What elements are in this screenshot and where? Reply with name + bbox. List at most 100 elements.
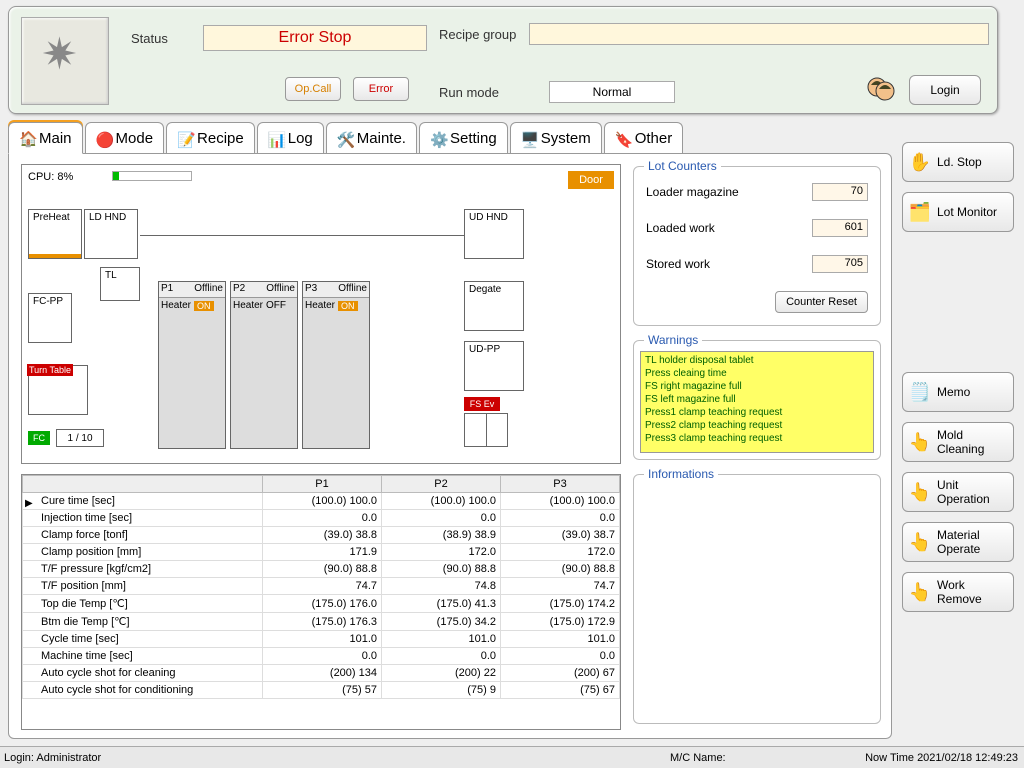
tab-setting[interactable]: ⚙️Setting [419,122,508,154]
counter-reset-button[interactable]: Counter Reset [775,291,868,313]
table-row: Clamp position [mm]171.9172.0172.0 [23,544,620,561]
mold-cleaning-button[interactable]: 👆Mold Cleaning [902,422,1014,462]
warnings-title: Warnings [644,333,702,347]
cell-value: (200) 22 [382,665,501,682]
press-1: P1Offline HeaterON [158,281,226,449]
warnings-list[interactable]: TL holder disposal tabletPress cleaing t… [640,351,874,453]
tab-system[interactable]: 🖥️System [510,122,602,154]
tab-main[interactable]: 🏠Main [8,122,83,154]
cell-value: (200) 67 [501,665,620,682]
row-label: T/F position [mm] [23,578,263,595]
table-row: Auto cycle shot for conditioning(75) 57(… [23,682,620,699]
cell-value: 74.8 [382,578,501,595]
warning-item: TL holder disposal tablet [645,354,869,367]
tab-log-label: Log [288,130,313,147]
error-button[interactable]: Error [353,77,409,101]
header-panel: Status Error Stop Op.Call Error Recipe g… [8,6,998,114]
block-degate: Degate [464,281,524,331]
cell-value: (175.0) 34.2 [382,613,501,631]
press1-heater-state: ON [194,301,214,311]
lot-monitor-button[interactable]: 🗂️ Lot Monitor [902,192,1014,232]
tab-recipe-label: Recipe [197,130,244,147]
grid-header: P1 [263,476,382,493]
warning-item: Press2 clamp teaching request [645,419,869,432]
cell-value: 0.0 [501,648,620,665]
table-row: T/F pressure [kgf/cm2](90.0) 88.8(90.0) … [23,561,620,578]
cell-value: 171.9 [263,544,382,561]
statusbar-mc-name: M/C Name: [670,752,726,764]
row-label: Btm die Temp [℃] [23,613,263,631]
table-row: Clamp force [tonf](39.0) 38.8(38.9) 38.9… [23,527,620,544]
table-row: Machine time [sec]0.00.00.0 [23,648,620,665]
statusbar-time: Now Time 2021/02/18 12:49:23 [865,752,1018,764]
material-operate-button[interactable]: 👆Material Operate [902,522,1014,562]
memo-button[interactable]: 🗒️ Memo [902,372,1014,412]
unit-operation-label: Unit Operation [937,478,1007,506]
recipe-icon: 📝 [177,131,193,147]
mode-icon: 🔴 [96,131,112,147]
cell-value: (90.0) 88.8 [382,561,501,578]
row-label: Auto cycle shot for cleaning [23,665,263,682]
unit-operation-button[interactable]: 👆Unit Operation [902,472,1014,512]
cpu-bar [112,171,192,181]
press-3: P3Offline HeaterON [302,281,370,449]
tab-bar: 🏠Main 🔴Mode 📝Recipe 📊Log 🛠️Mainte. ⚙️Set… [8,122,685,154]
login-button[interactable]: Login [909,75,981,105]
stored-work-value: 705 [812,255,868,273]
ld-stop-label: Ld. Stop [937,155,982,169]
press2-name: P2 [233,283,245,296]
tab-recipe[interactable]: 📝Recipe [166,122,255,154]
memo-label: Memo [937,385,970,399]
cell-value: (175.0) 172.9 [501,613,620,631]
cpu-label: CPU: 8% [28,171,73,183]
row-label: Machine time [sec] [23,648,263,665]
loader-magazine-label: Loader magazine [646,185,739,199]
press2-heater-label: Heater [233,300,263,311]
grid-header [23,476,263,493]
tab-mode[interactable]: 🔴Mode [85,122,165,154]
cell-value: 0.0 [263,510,382,527]
tab-log[interactable]: 📊Log [257,122,324,154]
tab-mode-label: Mode [116,130,154,147]
informations-group: Informations [633,474,881,724]
block-udhnd: UD HND [464,209,524,259]
loaded-work-label: Loaded work [646,221,715,235]
tab-mainte[interactable]: 🛠️Mainte. [326,122,417,154]
parameter-table: P1P2P3Cure time [sec](100.0) 100.0(100.0… [22,475,620,699]
fsev-badge: FS Ev [464,397,500,411]
cell-value: (175.0) 41.3 [382,595,501,613]
press1-name: P1 [161,283,173,296]
warning-item: FS right magazine full [645,380,869,393]
other-icon: 🔖 [615,131,631,147]
press3-name: P3 [305,283,317,296]
press2-status: Offline [266,283,295,296]
run-mode-value: Normal [549,81,675,103]
setting-icon: ⚙️ [430,131,446,147]
cell-value: 0.0 [263,648,382,665]
press3-status: Offline [338,283,367,296]
row-label: Clamp position [mm] [23,544,263,561]
row-indicator-icon: ▶ [25,498,33,509]
informations-title: Informations [644,467,718,481]
warning-item: Press3 clamp teaching request [645,432,869,445]
tab-other[interactable]: 🔖Other [604,122,684,154]
cell-value: (175.0) 174.2 [501,595,620,613]
status-label: Status [131,31,168,46]
status-value: Error Stop [203,25,427,51]
cell-value: 0.0 [501,510,620,527]
opcall-button[interactable]: Op.Call [285,77,341,101]
work-remove-button[interactable]: 👆Work Remove [902,572,1014,612]
mainte-icon: 🛠️ [337,131,353,147]
tab-other-label: Other [635,130,673,147]
material-icon: 👆 [909,531,931,553]
system-icon: 🖥️ [521,131,537,147]
data-grid: ▶ P1P2P3Cure time [sec](100.0) 100.0(100… [21,474,621,730]
row-label: Top die Temp [℃] [23,595,263,613]
ld-stop-button[interactable]: ✋Ld. Stop [902,142,1014,182]
lot-counters-group: Lot Counters Loader magazine70 Loaded wo… [633,166,881,326]
monitor-icon: 🗂️ [909,201,931,223]
lot-monitor-label: Lot Monitor [937,205,997,219]
memo-icon: 🗒️ [909,381,931,403]
cell-value: 74.7 [263,578,382,595]
stored-work-label: Stored work [646,257,710,271]
